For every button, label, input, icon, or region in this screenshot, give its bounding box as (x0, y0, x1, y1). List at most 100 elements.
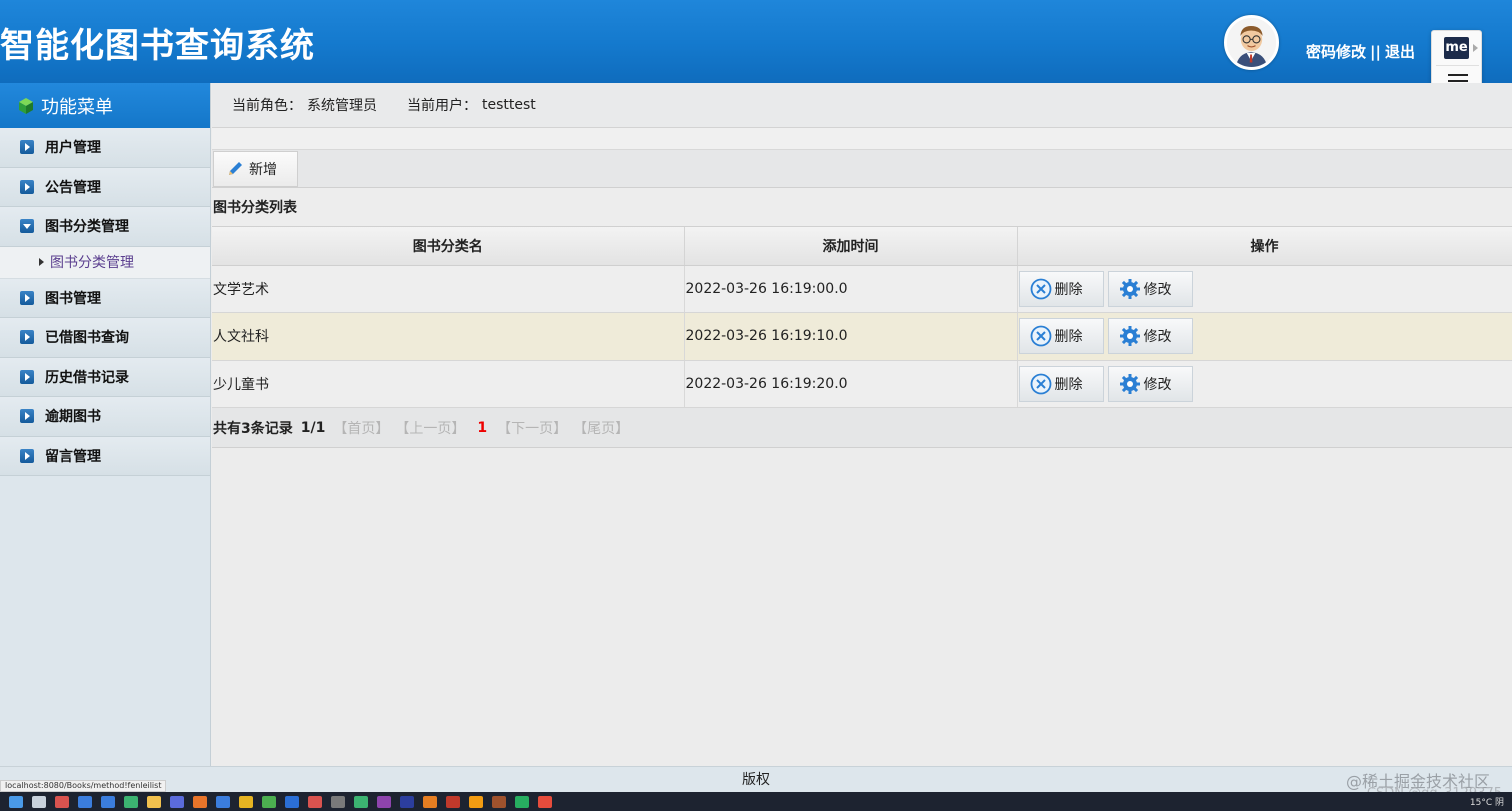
edit-button[interactable]: 修改 (1107, 318, 1193, 355)
user-value: testtest (482, 97, 536, 113)
cell-actions: 删除 修改 (1017, 360, 1512, 408)
header-links: 密码修改 || 退出 (1306, 41, 1415, 62)
delete-button[interactable]: 删除 (1018, 318, 1104, 355)
menu-title: 功能菜单 (0, 83, 210, 128)
current-page[interactable]: 1 (477, 420, 487, 436)
start-icon[interactable] (9, 795, 23, 808)
app-icon[interactable] (446, 795, 460, 808)
search-icon[interactable] (32, 795, 46, 808)
sidebar-item-overdue-books[interactable]: 逾期图书 (0, 397, 210, 437)
app-icon[interactable] (469, 795, 483, 808)
cell-add-time: 2022-03-26 16:19:10.0 (684, 312, 1018, 361)
sidebar-item-category-management[interactable]: 图书分类管理 (0, 207, 210, 247)
last-page-link[interactable]: 【尾页】 (573, 418, 629, 438)
app-icon[interactable] (400, 795, 414, 808)
app-icon[interactable] (492, 795, 506, 808)
sidebar-item-label: 历史借书记录 (45, 369, 129, 386)
app-header: 智能化图书查询系统 密码修改 || 退出 (0, 0, 1512, 83)
app-icon[interactable] (101, 795, 115, 808)
total-records: 共有3条记录 (213, 420, 293, 437)
app-icon[interactable] (423, 795, 437, 808)
sidebar-item-label: 逾期图书 (45, 409, 101, 426)
app-icon[interactable] (193, 795, 207, 808)
app-icon[interactable] (262, 795, 276, 808)
cell-category-name: 文学艺术 (212, 265, 685, 313)
gear-icon (1119, 326, 1140, 347)
sidebar-item-label: 公告管理 (45, 179, 101, 196)
menu-title-label: 功能菜单 (41, 96, 113, 118)
add-button-label: 新增 (249, 161, 277, 178)
category-table: 图书分类名 添加时间 操作 文学艺术 2022-03-26 16:19:00.0… (212, 227, 1512, 408)
browser-icon[interactable] (147, 795, 161, 808)
sidebar-item-label: 已借图书查询 (45, 330, 129, 347)
table-row: 文学艺术 2022-03-26 16:19:00.0 删除 修改 (212, 265, 1512, 313)
cell-actions: 删除 修改 (1017, 312, 1512, 361)
cube-icon (19, 97, 33, 114)
edit-button[interactable]: 修改 (1107, 270, 1193, 307)
sidebar-item-label: 图书管理 (45, 290, 101, 307)
app-icon[interactable] (515, 795, 529, 808)
add-button[interactable]: 新增 (213, 150, 298, 187)
edit-button-label: 修改 (1143, 281, 1172, 298)
delete-button[interactable]: 删除 (1018, 365, 1104, 402)
toolbar: 新增 (212, 150, 1512, 188)
sidebar-item-borrowed-query[interactable]: 已借图书查询 (0, 318, 210, 358)
logout-link[interactable]: 退出 (1385, 43, 1415, 61)
app-icon[interactable] (331, 795, 345, 808)
header-separator: || (1370, 43, 1381, 61)
extension-logo-button[interactable]: me (1444, 37, 1469, 59)
cell-add-time: 2022-03-26 16:19:20.0 (684, 360, 1018, 408)
column-header-name: 图书分类名 (212, 227, 685, 266)
delete-icon (1030, 278, 1051, 300)
delete-button-label: 删除 (1054, 281, 1083, 298)
first-page-link[interactable]: 【首页】 (333, 418, 389, 438)
cell-category-name: 少儿童书 (212, 360, 685, 408)
sidebar-item-borrow-history[interactable]: 历史借书记录 (0, 357, 210, 397)
spacer-strip (212, 128, 1512, 150)
user-label: 当前用户： (407, 98, 477, 114)
user-avatar (1224, 15, 1279, 70)
edit-button-label: 修改 (1143, 329, 1172, 346)
gear-icon (1119, 278, 1140, 299)
weather-text: 15°C 阴 (1469, 798, 1504, 808)
os-taskbar: 15°C 阴 (0, 792, 1512, 811)
cell-category-name: 人文社科 (212, 312, 685, 361)
sidebar-item-message-management[interactable]: 留言管理 (0, 436, 210, 476)
prev-page-link[interactable]: 【上一页】 (395, 418, 465, 438)
next-page-link[interactable]: 【下一页】 (497, 418, 567, 438)
delete-button-label: 删除 (1054, 329, 1083, 346)
sidebar-item-label: 图书分类管理 (45, 219, 129, 236)
delete-button[interactable]: 删除 (1018, 270, 1104, 307)
submenu-item-label: 图书分类管理 (50, 255, 134, 271)
arrow-right-icon (20, 330, 34, 345)
edit-button-label: 修改 (1143, 376, 1172, 393)
app-icon[interactable] (78, 795, 92, 808)
change-password-link[interactable]: 密码修改 (1306, 43, 1366, 61)
edit-button[interactable]: 修改 (1107, 365, 1193, 402)
role-bar: 当前角色： 系统管理员 当前用户： testtest (212, 83, 1512, 128)
arrow-right-icon (20, 448, 34, 463)
app-icon[interactable] (216, 795, 230, 808)
sidebar-item-user-management[interactable]: 用户管理 (0, 128, 210, 168)
app-icon[interactable] (170, 795, 184, 808)
app-icon[interactable] (377, 795, 391, 808)
main-content: 当前角色： 系统管理员 当前用户： testtest 新增 图书分类列表 图书分… (212, 83, 1512, 766)
list-title: 图书分类列表 (212, 188, 1512, 227)
folder-icon[interactable] (239, 795, 253, 808)
table-header-row: 图书分类名 添加时间 操作 (212, 227, 1512, 266)
cell-add-time: 2022-03-26 16:19:00.0 (684, 265, 1018, 313)
sidebar-item-label: 留言管理 (45, 448, 101, 465)
sidebar: 功能菜单 用户管理 公告管理 图书分类管理 图书分类管理 图书管理 已借图书查询… (0, 83, 211, 766)
pencil-icon (229, 161, 242, 175)
submenu-item-category-management[interactable]: 图书分类管理 (0, 246, 210, 279)
app-icon[interactable] (55, 795, 69, 808)
arrow-right-icon (20, 179, 34, 194)
app-icon[interactable] (285, 795, 299, 808)
sidebar-item-label: 用户管理 (45, 140, 101, 157)
app-icon[interactable] (308, 795, 322, 808)
app-icon[interactable] (538, 795, 552, 808)
sidebar-item-book-management[interactable]: 图书管理 (0, 278, 210, 318)
app-icon[interactable] (354, 795, 368, 808)
sidebar-item-notice-management[interactable]: 公告管理 (0, 167, 210, 207)
wechat-icon[interactable] (124, 795, 138, 808)
